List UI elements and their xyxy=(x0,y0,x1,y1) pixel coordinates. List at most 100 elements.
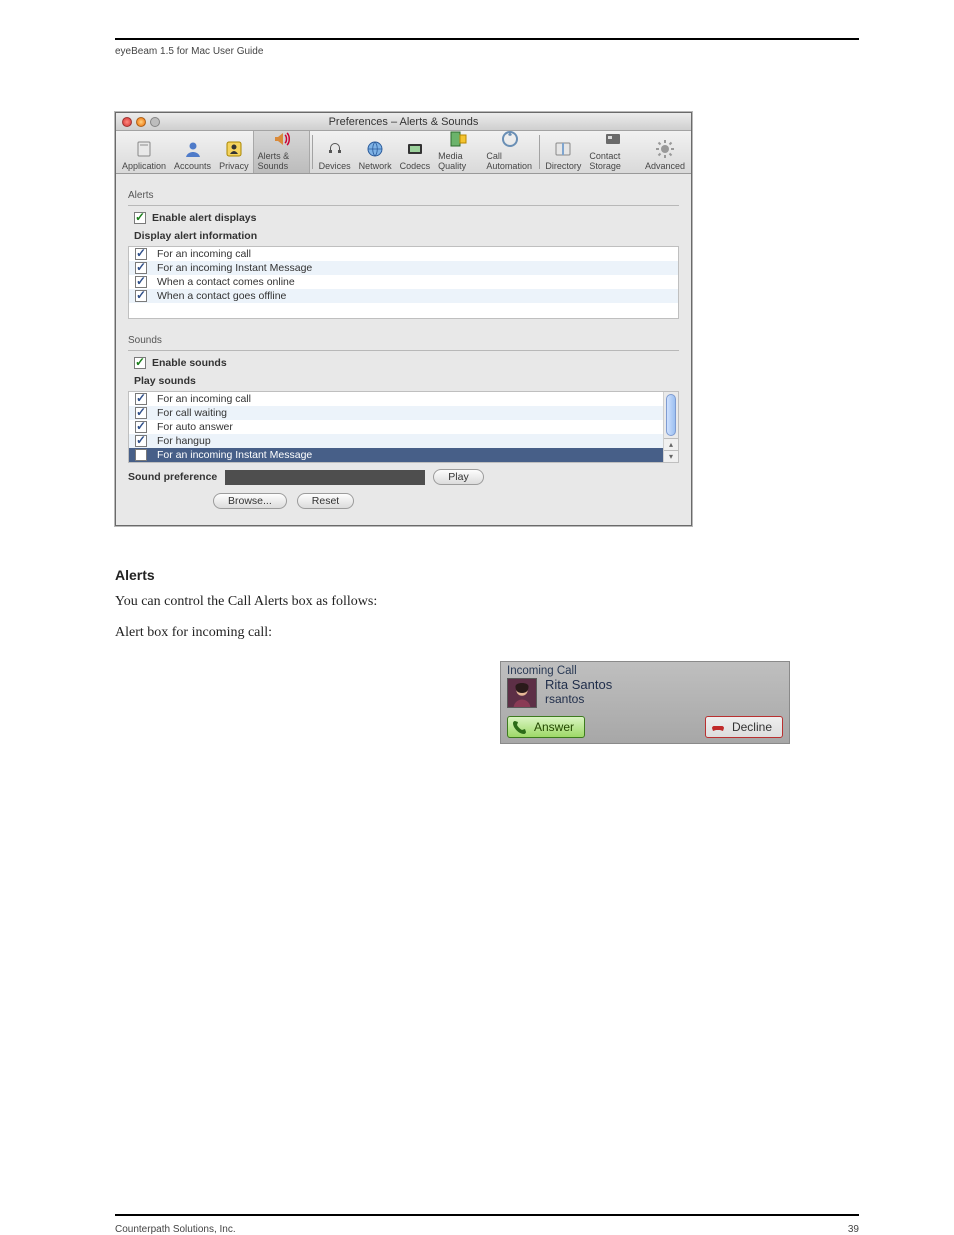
browse-button[interactable]: Browse... xyxy=(213,493,287,509)
sound-item-label: For auto answer xyxy=(157,421,233,433)
tab-directory[interactable]: Directory xyxy=(541,131,585,173)
tab-label: Accounts xyxy=(174,161,211,171)
tab-label: Privacy xyxy=(219,161,249,171)
codecs-icon xyxy=(405,139,425,159)
scrollbar[interactable]: ▴ ▾ xyxy=(663,392,678,462)
page-top-rule xyxy=(115,38,859,40)
tab-privacy[interactable]: Privacy xyxy=(215,131,253,173)
devices-icon xyxy=(325,139,345,159)
titlebar: Preferences – Alerts & Sounds xyxy=(116,113,691,131)
tab-label: Application xyxy=(122,161,166,171)
sound-item-checkbox[interactable] xyxy=(135,421,147,433)
tab-label: Alerts & Sounds xyxy=(258,151,305,171)
tab-label: Directory xyxy=(545,161,581,171)
automation-icon xyxy=(500,129,520,149)
alerts-icon xyxy=(271,129,291,149)
window-title: Preferences – Alerts & Sounds xyxy=(116,116,691,128)
tab-label: Network xyxy=(359,161,392,171)
storage-icon xyxy=(603,129,623,149)
sounds-group-label: Sounds xyxy=(128,335,679,346)
answer-button[interactable]: Answer xyxy=(507,716,585,738)
tab-label: Codecs xyxy=(400,161,431,171)
sound-item-checkbox[interactable] xyxy=(135,435,147,447)
alert-item-checkbox[interactable] xyxy=(135,290,147,302)
section-heading: Alerts xyxy=(115,566,859,586)
gear-icon xyxy=(655,139,675,159)
phone-decline-icon xyxy=(710,719,726,735)
tab-label: Devices xyxy=(319,161,351,171)
alert-contact-name: Rita Santos xyxy=(545,678,612,693)
reset-button[interactable]: Reset xyxy=(297,493,354,509)
alert-item-label: For an incoming call xyxy=(157,248,251,260)
footer-right: 39 xyxy=(848,1224,859,1235)
sound-item-checkbox[interactable] xyxy=(135,407,147,419)
sound-item-checkbox[interactable] xyxy=(135,393,147,405)
tab-alerts-sounds[interactable]: Alerts & Sounds xyxy=(253,131,310,173)
tab-application[interactable]: Application xyxy=(118,131,170,173)
phone-answer-icon xyxy=(512,719,528,735)
tab-network[interactable]: Network xyxy=(355,131,396,173)
play-sounds-heading: Play sounds xyxy=(134,375,679,387)
enable-sounds-checkbox[interactable] xyxy=(134,357,146,369)
network-icon xyxy=(365,139,385,159)
tab-call-automation[interactable]: Call Automation xyxy=(482,131,536,173)
tab-advanced[interactable]: Advanced xyxy=(641,131,689,173)
alert-item-checkbox[interactable] xyxy=(135,248,147,260)
tab-devices[interactable]: Devices xyxy=(315,131,355,173)
avatar xyxy=(507,678,537,708)
prefs-body: Alerts Enable alert displays Display ale… xyxy=(116,174,691,525)
decline-button[interactable]: Decline xyxy=(705,716,783,738)
enable-sounds-label: Enable sounds xyxy=(152,357,227,369)
prefs-toolbar: Application Accounts Privacy Alerts & So… xyxy=(116,131,691,174)
tab-label: Contact Storage xyxy=(589,151,637,171)
decline-label: Decline xyxy=(732,720,772,734)
alerts-list: For an incoming call For an incoming Ins… xyxy=(128,246,679,319)
media-quality-icon xyxy=(448,129,468,149)
scroll-thumb[interactable] xyxy=(666,394,676,436)
answer-label: Answer xyxy=(534,720,574,734)
tab-label: Media Quality xyxy=(438,151,478,171)
alert-item-checkbox[interactable] xyxy=(135,262,147,274)
directory-icon xyxy=(553,139,573,159)
tab-codecs[interactable]: Codecs xyxy=(396,131,435,173)
section-p2: Alert box for incoming call: xyxy=(115,623,859,643)
sound-preference-row: Sound preference Play xyxy=(128,469,679,485)
section-p1: You can control the Call Alerts box as f… xyxy=(115,592,859,612)
preferences-window: Preferences – Alerts & Sounds Applicatio… xyxy=(115,112,692,526)
alert-item-label: For an incoming Instant Message xyxy=(157,262,312,274)
scroll-up-icon[interactable]: ▴ xyxy=(664,438,678,450)
alerts-group-label: Alerts xyxy=(128,190,679,201)
alert-item-label: When a contact goes offline xyxy=(157,290,286,302)
enable-alerts-checkbox[interactable] xyxy=(134,212,146,224)
page-bottom-rule xyxy=(115,1214,859,1216)
alert-title: Incoming Call xyxy=(501,662,789,678)
scroll-down-icon[interactable]: ▾ xyxy=(664,450,678,462)
tab-accounts[interactable]: Accounts xyxy=(170,131,215,173)
application-icon xyxy=(134,139,154,159)
display-alert-heading: Display alert information xyxy=(134,230,679,242)
tab-label: Call Automation xyxy=(486,151,532,171)
privacy-icon xyxy=(224,139,244,159)
accounts-icon xyxy=(183,139,203,159)
page-header-left: eyeBeam 1.5 for Mac User Guide xyxy=(115,46,263,57)
tab-label: Advanced xyxy=(645,161,685,171)
play-button[interactable]: Play xyxy=(433,469,483,485)
alert-item-checkbox[interactable] xyxy=(135,276,147,288)
sound-item-label: For hangup xyxy=(157,435,211,447)
rule xyxy=(128,350,679,351)
toolbar-separator xyxy=(312,135,313,169)
page-footer: Counterpath Solutions, Inc. 39 xyxy=(115,1224,859,1235)
tab-contact-storage[interactable]: Contact Storage xyxy=(585,131,641,173)
footer-left: Counterpath Solutions, Inc. xyxy=(115,1224,236,1235)
sound-preference-label: Sound preference xyxy=(128,471,217,483)
toolbar-separator xyxy=(539,135,540,169)
section-text: Alerts You can control the Call Alerts b… xyxy=(115,566,859,643)
sound-item-checkbox[interactable] xyxy=(135,449,147,461)
rule xyxy=(128,205,679,206)
alert-item-label: When a contact comes online xyxy=(157,276,295,288)
alert-contact-user: rsantos xyxy=(545,693,612,707)
tab-media-quality[interactable]: Media Quality xyxy=(434,131,482,173)
sound-item-label: For an incoming call xyxy=(157,393,251,405)
sounds-list: For an incoming call For call waiting Fo… xyxy=(128,391,679,463)
enable-alerts-label: Enable alert displays xyxy=(152,212,256,224)
